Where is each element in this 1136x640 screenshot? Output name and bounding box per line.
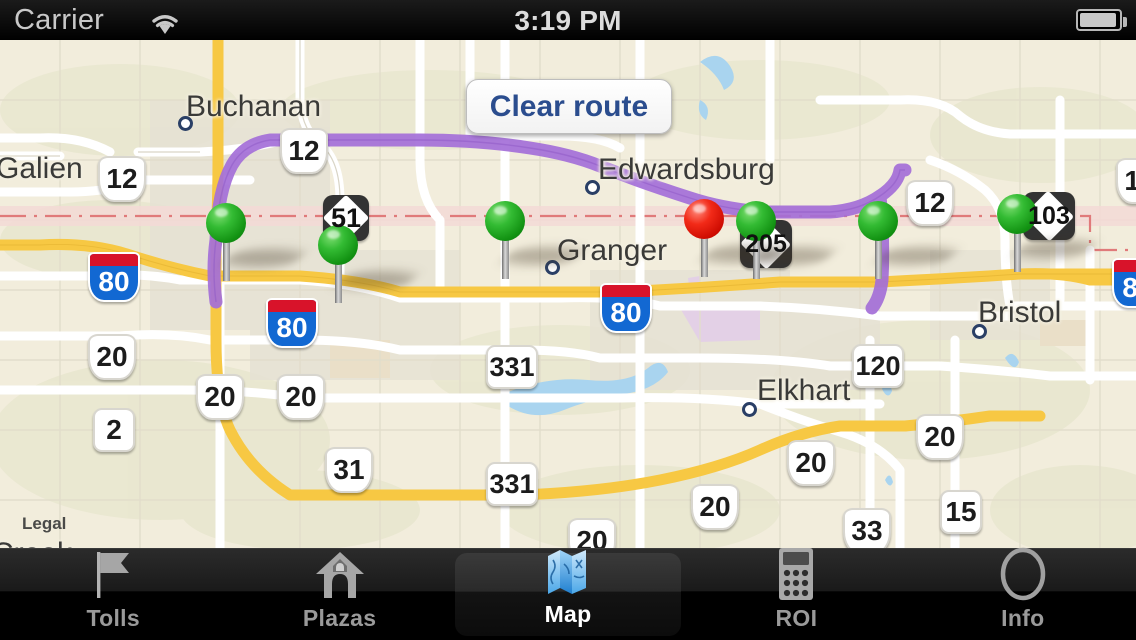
status-bar: Carrier 3:19 PM	[0, 0, 1136, 40]
route-shield-interstate: 80	[1112, 258, 1136, 308]
route-shield-interstate: 80	[600, 283, 652, 333]
route-shield-label: 80	[98, 266, 130, 297]
map-label: Elkhart	[757, 374, 851, 407]
route-shield-label: 51	[330, 202, 362, 233]
clear-route-button[interactable]: Clear route	[466, 79, 672, 134]
route-shield-us: 20	[787, 440, 835, 486]
route-shield-state-square: 120	[852, 344, 904, 388]
route-shield-us: 33	[843, 508, 891, 548]
map-label: Edwardsburg	[598, 153, 775, 186]
tab-tolls-label: Tolls	[86, 605, 140, 631]
toll-plaza-pin-2[interactable]	[318, 225, 422, 303]
tab-plazas[interactable]: Plazas	[226, 549, 452, 640]
route-shield-label: 33	[851, 515, 883, 546]
clear-route-label: Clear route	[489, 89, 649, 123]
route-shield-label: 20	[204, 381, 236, 412]
route-shield-us: 20	[691, 484, 739, 530]
tab-info[interactable]: Info	[910, 546, 1136, 640]
map-label: Galien	[0, 152, 83, 185]
route-shield-label: 205	[745, 229, 787, 258]
route-shield-label: 20	[285, 381, 317, 412]
city-dot	[742, 402, 757, 417]
route-shield-us: 31	[325, 447, 373, 493]
city-dot	[178, 116, 193, 131]
folded-map-icon	[540, 544, 596, 598]
route-shield-label: 20	[699, 491, 731, 522]
toll-plaza-pin-3[interactable]	[485, 201, 589, 279]
route-shield-us: 20	[916, 414, 964, 460]
route-shield-interstate: 80	[88, 252, 140, 302]
toll-booth-icon	[312, 548, 368, 602]
map-view[interactable]: Galien Buchanan Edwardsburg Granger Elkh…	[0, 40, 1136, 548]
tab-plazas-label: Plazas	[302, 605, 377, 631]
route-shield-us: 20	[277, 374, 325, 420]
city-dot	[585, 180, 600, 195]
route-shield-label: 15	[945, 496, 977, 527]
tab-map-label: Map	[544, 601, 592, 627]
route-shield-label: 331	[489, 351, 535, 382]
circle-info-icon	[995, 546, 1051, 602]
route-shield-label: 12	[288, 135, 320, 166]
tab-roi[interactable]: ROI	[683, 546, 909, 640]
route-shield-label: 80	[610, 297, 642, 328]
route-shield-us: 12	[98, 156, 146, 202]
route-shield-label: 12	[914, 187, 946, 218]
city-dot	[972, 324, 987, 339]
tab-tolls[interactable]: Tolls	[0, 549, 226, 640]
route-shield-label: 20	[924, 421, 956, 452]
tab-info-label: Info	[1001, 605, 1045, 631]
tab-bar: Tolls Plazas Map ROI Info	[0, 546, 1136, 640]
route-shield-label: 80	[1122, 272, 1136, 304]
tab-roi-label: ROI	[775, 605, 818, 631]
clock-label: 3:19 PM	[514, 5, 622, 36]
toll-plaza-pin-1[interactable]	[206, 203, 310, 281]
map-label: Buchanan	[186, 90, 322, 123]
toll-plaza-pin-4[interactable]	[684, 199, 788, 277]
route-shield-state-square: 15	[940, 490, 982, 534]
route-shield-label: 31	[333, 454, 365, 485]
calculator-icon	[773, 546, 819, 602]
tab-map[interactable]: Map	[454, 550, 682, 636]
route-shield-state-square: 2	[93, 408, 135, 452]
route-shield-label: 2	[106, 414, 122, 445]
route-shield-interstate: 80	[266, 298, 318, 348]
route-shield-state-square: 331	[486, 462, 538, 506]
flag-icon	[86, 548, 140, 602]
route-shield-label: 12	[106, 163, 138, 194]
route-shield-label: 12	[1124, 165, 1136, 196]
map-label: Bristol	[978, 296, 1062, 329]
toll-plaza-pin-6[interactable]	[858, 201, 962, 279]
route-shield-label: 20	[96, 341, 128, 372]
route-shield-label: 331	[489, 468, 535, 499]
battery-icon	[1076, 9, 1127, 31]
legal-link[interactable]: Legal	[22, 514, 66, 534]
route-shield-label: 20	[795, 447, 827, 478]
route-shield-us: 20	[88, 334, 136, 380]
route-shield-us: 12	[280, 128, 328, 174]
route-shield-us: 12	[906, 180, 954, 226]
route-shield-label: 103	[1028, 201, 1070, 230]
route-shield-label: 120	[855, 350, 901, 381]
map-label: Creek	[0, 537, 72, 548]
route-shield-us: 20	[196, 374, 244, 420]
route-shield-state-square: 331	[486, 345, 538, 389]
route-shield-label: 80	[276, 312, 308, 343]
